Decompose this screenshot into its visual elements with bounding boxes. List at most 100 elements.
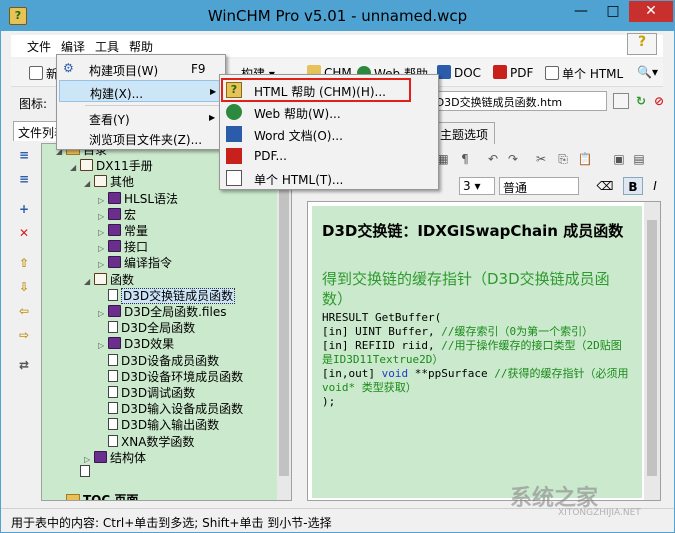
refresh-icon[interactable]: ↻ — [633, 93, 649, 109]
pdf-icon — [226, 148, 242, 164]
tree-node-label: 接口 — [124, 240, 149, 255]
expand-arrow-icon[interactable]: ▷ — [98, 196, 108, 205]
insert-icon[interactable]: ▤ — [631, 151, 647, 167]
delete-icon[interactable]: ✕ — [16, 225, 32, 241]
tab-topic-options[interactable]: 主题选项 — [433, 122, 496, 144]
tree-node[interactable]: D3D设备成员函数 — [98, 352, 219, 369]
expand-arrow-icon[interactable]: ▷ — [98, 244, 108, 253]
move-left-icon[interactable]: ⇦ — [16, 303, 32, 319]
undo-icon[interactable]: ↶ — [485, 151, 501, 167]
copy-icon[interactable]: ⎘ — [555, 151, 571, 167]
tree-node[interactable]: ▷ 编译指令 — [98, 254, 172, 271]
clear-format-icon[interactable]: ⌫ — [595, 177, 615, 195]
tree-node[interactable]: ▷ HLSL语法 — [98, 190, 178, 207]
menu-item-single-html[interactable]: 单个 HTML(T)... — [220, 167, 438, 189]
help-icon[interactable]: ? — [627, 33, 657, 55]
editor-area[interactable]: D3D交换链：IDXGISwapChain 成员函数 得到交换链的缓存指针（D3… — [307, 201, 661, 501]
move-up-icon[interactable]: ⇧ — [16, 255, 32, 271]
expand-arrow-icon[interactable]: ▷ — [98, 309, 108, 318]
tree-node[interactable]: ◢ 其他 — [84, 173, 134, 190]
tree-node[interactable]: TOC 页面 — [56, 491, 138, 500]
tree-node-label: 函数 — [110, 272, 135, 287]
collapse-arrow-icon[interactable]: ◢ — [84, 179, 94, 188]
content-heading: D3D交换链：IDXGISwapChain 成员函数 — [322, 222, 624, 240]
tree-node[interactable]: ▷ 接口 — [98, 238, 148, 255]
expand-arrow-icon[interactable]: ▷ — [98, 228, 108, 237]
move-down-icon[interactable]: ⇩ — [16, 279, 32, 295]
close-button[interactable]: ✕ — [629, 1, 673, 22]
single-html-button[interactable]: 单个 HTML — [545, 65, 623, 82]
menu-item-build[interactable]: 构建(X)... ▶ — [59, 80, 223, 102]
menu-item-word-doc[interactable]: Word 文档(O)... — [220, 123, 438, 145]
menu-item-build-project[interactable]: ⚙ 构建项目(W) F9 — [57, 58, 225, 80]
link-icon[interactable]: ⇄ — [16, 357, 32, 373]
tree-node[interactable]: ▷ 宏 — [98, 206, 136, 223]
collapse-arrow-icon[interactable]: ◢ — [70, 163, 80, 172]
expand-arrow-icon[interactable]: ▷ — [98, 341, 108, 350]
toc-tree[interactable]: ◢ 目录 ◢ DX11手册 ◢ 其他 ▷ HLSL语法 ▷ 宏 ▷ 常量 ▷ 接口 ▷ 编译指令 ◢ 函数 D3D交… — [41, 143, 292, 501]
expand-arrow-icon[interactable]: ▷ — [98, 260, 108, 269]
topic-content[interactable]: D3D交换链：IDXGISwapChain 成员函数 得到交换链的缓存指针（D3… — [312, 206, 642, 498]
add-icon[interactable]: + — [16, 201, 32, 217]
tree-node[interactable]: ▷ 结构体 — [84, 449, 146, 466]
tree-node[interactable]: D3D全局函数 — [98, 319, 195, 336]
menu-item-web-help[interactable]: Web 帮助(W)... — [220, 101, 438, 123]
tree-node[interactable]: ◢ DX11手册 — [70, 157, 153, 174]
edit-icon[interactable] — [613, 93, 629, 109]
move-right-icon[interactable]: ⇨ — [16, 327, 32, 343]
expand-arrow-icon[interactable]: ▷ — [84, 455, 94, 464]
page-icon — [108, 353, 118, 366]
menu-item-html-help-chm[interactable]: ? HTML 帮助 (CHM)(H)... — [220, 79, 438, 101]
pdf-button[interactable]: PDF — [493, 65, 533, 80]
tree-node-label: D3D调试函数 — [121, 386, 196, 400]
expand-icon[interactable]: ≡ — [16, 147, 32, 163]
stop-icon[interactable]: ⊘ — [651, 93, 667, 109]
expand-arrow-icon[interactable]: ▷ — [98, 212, 108, 221]
italic-button[interactable]: I — [645, 177, 665, 195]
tree-node-label: DX11手册 — [96, 159, 153, 174]
cut-icon[interactable]: ✂ — [533, 151, 549, 167]
menu-help[interactable]: 帮助 — [129, 38, 153, 55]
menu-build[interactable]: 编译 — [61, 38, 85, 55]
tree-node[interactable]: D3D交换链成员函数 — [98, 287, 236, 304]
tree-node[interactable]: XNA数学函数 — [98, 433, 194, 450]
editor-scroll-thumb[interactable] — [647, 220, 657, 476]
image-icon[interactable]: ▣ — [611, 151, 627, 167]
preview-dropdown[interactable]: 🔍▾ — [637, 65, 658, 79]
menu-item-pdf[interactable]: PDF... — [220, 145, 438, 167]
closed-book-icon — [108, 207, 121, 220]
code-block: HRESULT GetBuffer( [in] UINT Buffer, //缓… — [322, 311, 632, 409]
tree-node[interactable]: ◢ 函数 — [84, 271, 134, 288]
paragraph-style-select[interactable]: 普通 — [499, 177, 579, 195]
title-bar[interactable]: ? WinCHM Pro v5.01 - unnamed.wcp — □ ✕ — [1, 1, 674, 31]
tree-node[interactable]: ▷ 常量 — [98, 222, 148, 239]
page-icon — [108, 321, 118, 334]
tree-scrollbar[interactable] — [277, 144, 291, 500]
tree-node[interactable]: D3D设备环境成员函数 — [98, 368, 243, 385]
maximize-button[interactable]: □ — [599, 1, 627, 22]
tree-node[interactable]: D3D输入输出函数 — [98, 416, 219, 433]
collapse-icon[interactable]: ≡ — [16, 171, 32, 187]
menu-file[interactable]: 文件 — [27, 38, 51, 55]
tree-node[interactable]: ▷ D3D全局函数.files — [98, 303, 226, 320]
paste-icon[interactable]: 📋 — [577, 151, 593, 167]
menu-item-view[interactable]: 查看(Y) ▶ — [57, 107, 225, 129]
collapse-arrow-icon[interactable]: ◢ — [84, 277, 94, 286]
bold-button[interactable]: B — [623, 177, 643, 195]
menu-tools[interactable]: 工具 — [95, 38, 119, 55]
open-book-icon — [94, 175, 107, 188]
menu-item-browse-folder[interactable]: 浏览项目文件夹(Z)... — [57, 127, 225, 149]
tree-node-label: 常量 — [124, 224, 149, 238]
tree-scroll-thumb[interactable] — [279, 158, 289, 476]
font-size-select[interactable]: 3 ▾ — [459, 177, 495, 195]
new-button[interactable]: 新 — [29, 65, 58, 82]
tree-node[interactable]: D3D输入设备成员函数 — [98, 400, 243, 417]
editor-scrollbar[interactable] — [644, 202, 660, 500]
tree-node[interactable] — [70, 465, 93, 479]
redo-icon[interactable]: ↷ — [505, 151, 521, 167]
doc-button[interactable]: DOC — [437, 65, 481, 80]
pilcrow-icon[interactable]: ¶ — [457, 151, 473, 167]
tree-node[interactable]: ▷ D3D效果 — [98, 335, 174, 352]
tree-node[interactable]: D3D调试函数 — [98, 384, 195, 401]
minimize-button[interactable]: — — [567, 1, 595, 22]
